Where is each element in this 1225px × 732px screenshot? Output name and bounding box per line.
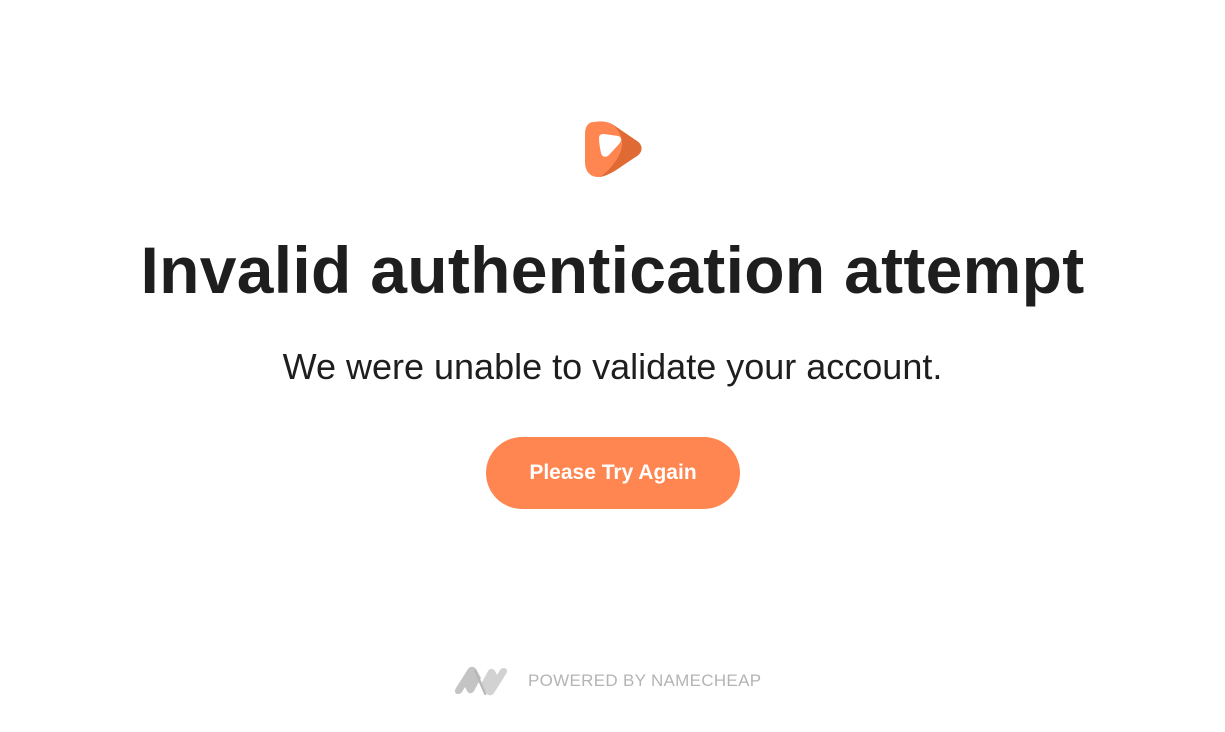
namecheap-n-icon: [454, 666, 508, 696]
page-title: Invalid authentication attempt: [140, 233, 1085, 307]
error-page: Invalid authentication attempt We were u…: [0, 0, 1225, 732]
shield-logo-icon: [582, 118, 644, 180]
try-again-button[interactable]: Please Try Again: [486, 437, 740, 509]
error-message: We were unable to validate your account.: [282, 346, 943, 387]
footer: POWERED BY NAMECHEAP: [454, 664, 761, 698]
powered-by-text: POWERED BY NAMECHEAP: [528, 671, 762, 690]
